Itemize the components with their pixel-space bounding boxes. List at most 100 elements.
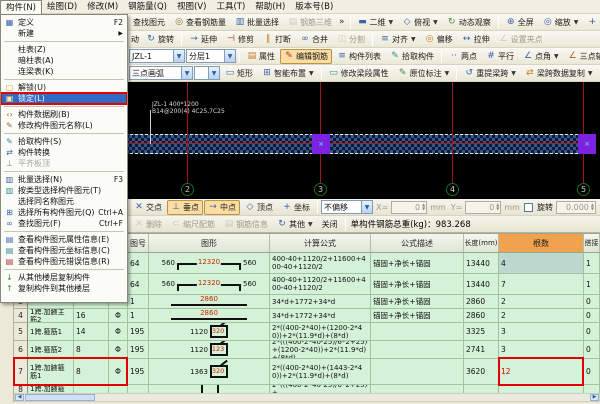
length-cell[interactable] — [464, 385, 499, 393]
lap-cell[interactable]: 0 — [584, 341, 600, 359]
rotate-button[interactable]: ↻ 旋转 — [142, 32, 178, 47]
length-cell[interactable]: 2860 — [464, 295, 499, 309]
properties-button[interactable]: ▤ 属性 — [243, 49, 279, 64]
span-data-copy-button[interactable]: ⇄ 梁跨数据复制 ▼ — [521, 66, 597, 81]
shape-cell[interactable]: 1120 320 — [149, 323, 270, 341]
row-number-cell[interactable]: 8 — [14, 385, 28, 393]
scroll-right-button[interactable]: ▶ — [590, 394, 599, 401]
y-offset-input[interactable]: 0 ▲ ▼ — [465, 200, 502, 214]
chevron-down-icon[interactable]: ▼ — [173, 50, 184, 62]
merge-button[interactable]: ∞ 合并 — [296, 32, 332, 47]
lap-cell[interactable]: 1 — [584, 253, 600, 274]
diameter-cell[interactable]: 8 — [74, 341, 109, 359]
parallel-button[interactable]: # 平行 — [482, 49, 518, 64]
view-2d-button[interactable]: ▬ 二维 ▼ — [354, 15, 398, 30]
re-extract-span-button[interactable]: ↺ 重提梁跨 ▼ — [460, 66, 520, 81]
lap-cell[interactable]: 0 — [584, 309, 600, 323]
menu-item-select-all[interactable]: ⊞ 选择所有构件图元(Q) Ctrl+A — [1, 207, 127, 218]
quantity-cell[interactable]: 2 — [499, 295, 584, 309]
lap-cell[interactable]: 0 — [584, 295, 600, 309]
quantity-cell[interactable] — [499, 385, 584, 393]
menu-item-hidden-column-table[interactable]: 暗柱表(A) — [1, 55, 127, 66]
quantity-cell[interactable]: 7 — [499, 274, 584, 295]
scroll-left-button[interactable]: ◀ — [15, 394, 24, 401]
figure-number-cell[interactable]: 1 — [128, 309, 149, 323]
row-number-cell[interactable]: 7 — [14, 359, 28, 385]
formula-cell[interactable]: 34*d+1772+34*d — [270, 309, 371, 323]
length-cell[interactable]: 3620 — [464, 359, 499, 385]
in-situ-label-button[interactable]: ✎ 原位标注 ▼ — [394, 66, 454, 81]
length-cell[interactable]: 13440 — [464, 274, 499, 295]
edit-rebar-button[interactable]: ✎ 编辑钢筋 — [280, 48, 332, 64]
menu-item-lock[interactable]: ▣ 锁定(L) — [1, 92, 127, 105]
figure-number-cell[interactable]: 64 — [128, 253, 149, 274]
sub-mode-select[interactable]: ▼ — [194, 66, 220, 80]
rectangle-button[interactable]: ▭ 矩形 — [221, 66, 257, 81]
menubar-rebar-qty[interactable]: 钢筋量(Q) — [123, 0, 172, 14]
shape-cell[interactable]: 1363 320 — [149, 359, 270, 385]
figure-number-cell[interactable]: 195 — [128, 359, 149, 385]
two-point-button[interactable]: ·· 两点 — [445, 49, 481, 64]
menu-item-view-coordinate-info[interactable]: ▤ 查看构件图元坐标信息(C) — [1, 245, 127, 256]
menu-item-convert-component[interactable]: ⇄ 构件转换 — [1, 147, 127, 158]
lap-cell[interactable] — [584, 385, 600, 393]
length-cell[interactable]: 2860 — [464, 309, 499, 323]
chevron-down-icon[interactable]: ▼ — [224, 50, 235, 62]
chevron-down-icon[interactable]: ▼ — [208, 67, 219, 79]
fullscreen-button[interactable]: ⊕ 全屏 — [502, 15, 538, 30]
grade-cell[interactable]: Φ — [109, 341, 128, 359]
view-rebar-qty-button[interactable]: ◎ 查看钢筋量 — [170, 15, 230, 30]
formula-cell[interactable]: 400-40+1120/2+11600+400-40+1120/2 — [270, 274, 371, 295]
snap-vertex-button[interactable]: ◇ 顶点 — [241, 200, 277, 215]
toolbar-overflow-button[interactable]: » — [337, 17, 347, 27]
chevron-down-icon[interactable]: ▼ — [361, 201, 372, 213]
shape-cell[interactable]: 1120 123 — [149, 341, 270, 359]
pan-button[interactable]: +平移▼ — [583, 15, 600, 30]
lap-cell[interactable]: 0 — [584, 359, 600, 385]
lap-cell[interactable]: 0 — [584, 323, 600, 341]
figure-number-cell[interactable]: 64 — [128, 274, 149, 295]
trim-button[interactable]: ⊣ 修剪 — [222, 32, 258, 47]
figure-number-cell[interactable] — [128, 385, 149, 393]
length-cell[interactable]: 3325 — [464, 323, 499, 341]
column-header-4[interactable]: 图号 — [128, 234, 149, 252]
menu-item-find-element[interactable]: ∞ 查找图元(F) Ctrl+F — [1, 218, 127, 229]
menubar-component[interactable]: 构件(N) — [0, 0, 42, 14]
grade-cell[interactable]: Φ — [109, 323, 128, 341]
other-button[interactable]: ↻ 其他 ▼ — [273, 217, 317, 232]
snap-intersection-button[interactable]: ✕ 交点 — [130, 200, 166, 215]
formula-cell[interactable]: 2*(((400-2*40-25)/6*2+25)+(1200-2*40))+2… — [270, 341, 371, 359]
menu-item-define[interactable]: ▦ 定义 F2 — [1, 17, 127, 28]
formula-cell[interactable]: 2*(((400-2*40-25)/6*2+25)+ — [270, 385, 371, 393]
align-button[interactable]: ≡ 对齐 ▼ — [376, 32, 420, 47]
formula-desc-cell[interactable] — [371, 359, 464, 385]
shape-cell[interactable] — [149, 385, 270, 393]
component-list-button[interactable]: ≡ 构件列表 — [333, 49, 385, 64]
edit-beam-segment-button[interactable]: ▭ 修改梁段属性 — [325, 66, 393, 81]
arc-mode-select[interactable]: 三点画弧 ▼ — [129, 66, 193, 80]
menubar-draw[interactable]: 绘图(D) — [42, 0, 82, 14]
rebar-name-cell[interactable]: 1跨.加腋箍 — [28, 385, 74, 393]
row-number-cell[interactable]: 6 — [14, 341, 28, 359]
diameter-cell[interactable]: 16 — [74, 309, 109, 323]
formula-desc-cell[interactable]: 锚固+净长+锚固 — [371, 309, 464, 323]
diameter-cell[interactable]: 8 — [74, 359, 109, 385]
offset-mode-select[interactable]: 不偏移 ▼ — [321, 200, 373, 214]
point-angle-button[interactable]: ∠ 点角 ▼ — [519, 49, 563, 64]
rebar-name-cell[interactable]: 1跨.箍筋1 — [28, 323, 74, 341]
zoom-button[interactable]: ◎ 缩放 ▼ — [539, 15, 583, 30]
support-column-selected-2[interactable]: × — [578, 134, 596, 154]
scrollbar-thumb[interactable] — [25, 394, 95, 401]
lap-cell[interactable]: 1 — [584, 274, 600, 295]
grade-cell[interactable]: Φ — [109, 359, 128, 385]
figure-number-cell[interactable]: 1 — [128, 295, 149, 309]
stretch-button[interactable]: ↔ 拉伸 — [458, 32, 494, 47]
rebar-name-cell[interactable]: 1跨.加腋主筋2 — [28, 309, 74, 323]
column-header-5[interactable]: 图形 — [149, 234, 270, 252]
column-header-8[interactable]: 长度(mm) — [464, 234, 499, 252]
rebar-name-cell[interactable]: 1跨.箍筋2 — [28, 341, 74, 359]
menubar-tools[interactable]: 工具(T) — [211, 0, 250, 14]
formula-desc-cell[interactable] — [371, 323, 464, 341]
menu-item-new[interactable]: 新建 ▶ — [1, 28, 127, 39]
quantity-cell[interactable]: 2 — [499, 309, 584, 323]
